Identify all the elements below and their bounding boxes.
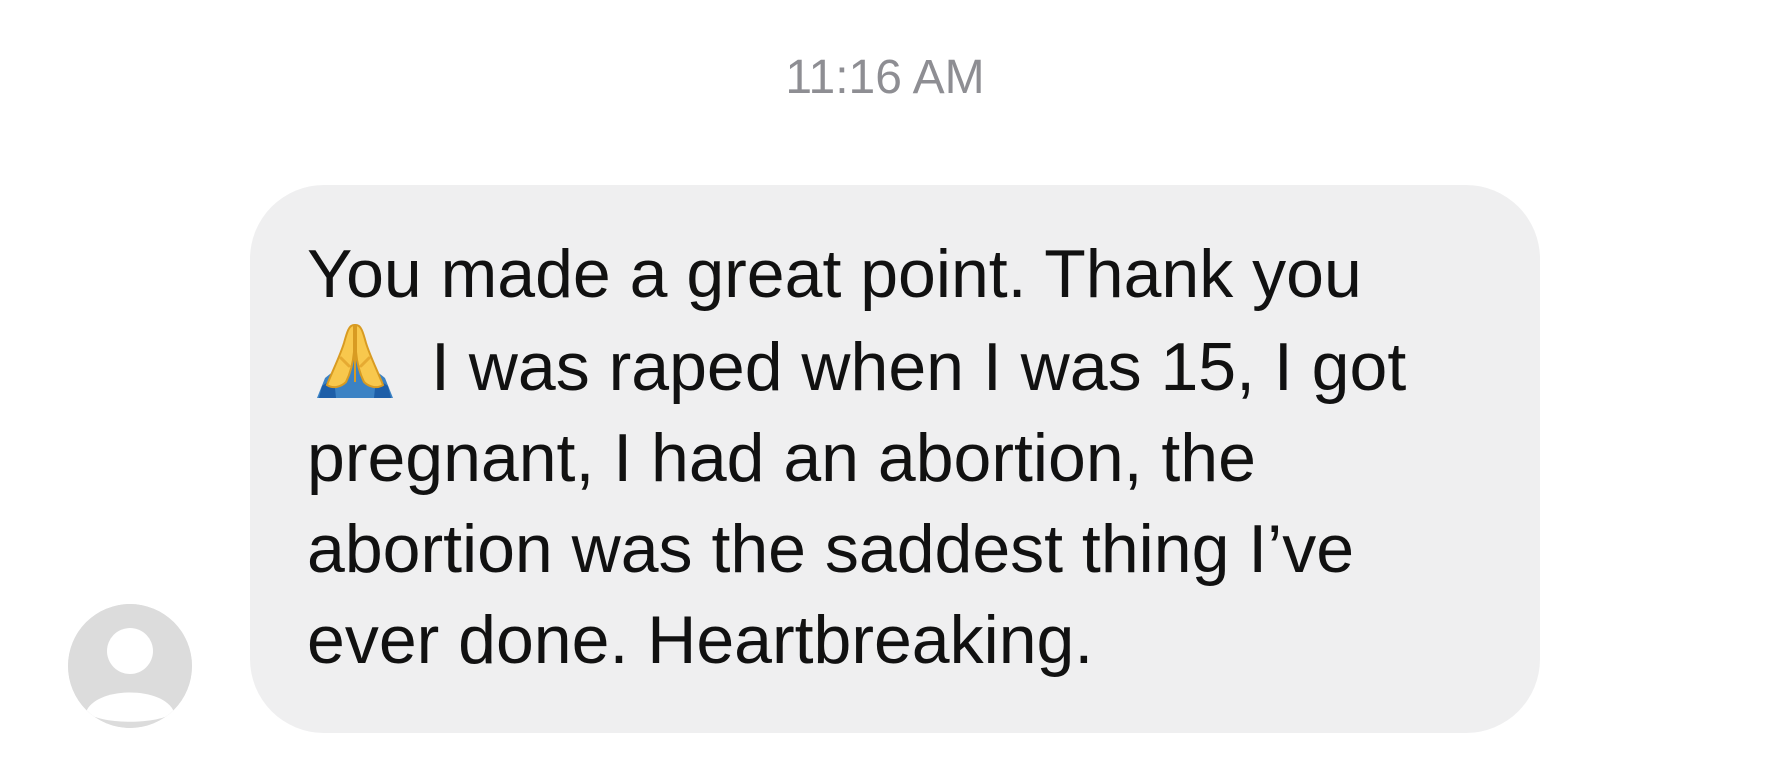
message-timestamp: 11:16 AM <box>785 51 985 104</box>
folded-hands-icon <box>307 320 403 404</box>
message-line-2: I was raped when I was 15, I got <box>431 329 1407 405</box>
message-line-3: pregnant, I had an abortion, the <box>307 420 1256 496</box>
person-avatar-icon <box>68 604 192 728</box>
message-line-4: abortion was the saddest thing I’ve <box>307 511 1355 587</box>
message-text: You made a great point. Thank you I was … <box>307 229 1517 686</box>
message-line-1: You made a great point. Thank you <box>307 236 1362 312</box>
received-message-bubble[interactable]: You made a great point. Thank you I was … <box>250 185 1540 733</box>
sender-avatar[interactable] <box>68 604 192 728</box>
message-line-5: ever done. Heartbreaking. <box>307 602 1094 678</box>
